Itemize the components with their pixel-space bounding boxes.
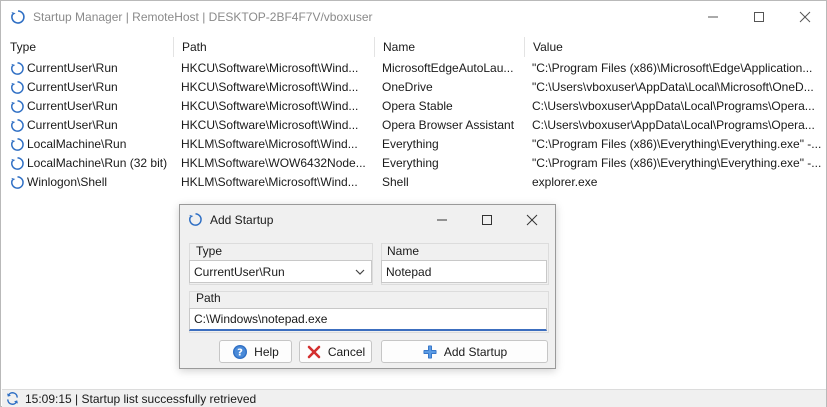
plus-icon [423,345,437,358]
cell-name: Everything [382,156,439,170]
name-label: Name [387,244,420,258]
cell-type: LocalMachine\Run (32 bit) [27,156,168,170]
cell-name: Opera Stable [382,99,453,113]
cell-type: CurrentUser\Run [27,61,118,75]
cell-type: CurrentUser\Run [27,80,118,94]
main-window: Startup Manager | RemoteHost | DESKTOP-2… [0,0,827,407]
type-combobox[interactable]: CurrentUser\Run [189,260,372,283]
cell-value: C:\Users\vboxuser\AppData\Local\Programs… [532,118,815,132]
table-row[interactable]: CurrentUser\Run HKCU\Software\Microsoft\… [2,59,826,78]
type-label: Type [196,244,223,258]
column-header-value[interactable]: Value [525,37,826,57]
refresh-circle-icon [11,176,24,189]
cancel-button[interactable]: Cancel [299,340,372,363]
dialog-minimize-button[interactable] [422,207,462,233]
table-row[interactable]: Winlogon\Shell HKLM\Software\Microsoft\W… [2,173,826,192]
maximize-button[interactable] [736,1,782,33]
cell-type: CurrentUser\Run [27,118,118,132]
dialog-maximize-button[interactable] [467,207,507,233]
refresh-circle-icon [11,119,24,132]
table-row[interactable]: CurrentUser\Run HKCU\Software\Microsoft\… [2,116,826,135]
table-row[interactable]: LocalMachine\Run HKLM\Software\Microsoft… [2,135,826,154]
title-bar: Startup Manager | RemoteHost | DESKTOP-2… [1,1,826,33]
help-button-label: Help [254,344,279,359]
cancel-button-label: Cancel [327,344,366,359]
name-input[interactable] [382,261,546,282]
add-startup-button-label: Add Startup [443,344,508,359]
cell-path: HKLM\Software\WOW6432Node... [181,156,366,170]
svg-text:?: ? [237,347,243,358]
cell-type: Winlogon\Shell [27,175,108,189]
cell-value: "C:\Program Files (x86)\Everything\Every… [532,137,822,151]
cell-path: HKCU\Software\Microsoft\Wind... [181,61,359,75]
refresh-circle-icon [11,81,24,94]
path-label: Path [196,291,221,305]
cell-type: LocalMachine\Run [27,137,127,151]
maximize-icon [754,12,764,22]
close-button[interactable] [782,1,827,33]
refresh-circle-icon [11,157,24,170]
path-input[interactable] [190,309,546,329]
cancel-x-icon [307,345,321,358]
close-icon [799,11,811,23]
maximize-icon [482,215,492,225]
add-startup-dialog: Add Startup Type CurrentUser\Run Name Pa… [179,204,556,369]
refresh-circle-icon [11,100,24,113]
dialog-refresh-icon [189,213,202,226]
cell-name: OneDrive [382,80,433,94]
add-startup-button[interactable]: Add Startup [381,340,548,363]
window-title: Startup Manager | RemoteHost | DESKTOP-2… [33,10,373,24]
minimize-icon [437,219,447,221]
app-refresh-icon [11,10,25,24]
status-text: 15:09:15 | Startup list successfully ret… [25,392,257,406]
cell-path: HKCU\Software\Microsoft\Wind... [181,118,359,132]
dialog-title: Add Startup [210,213,274,227]
cell-value: "C:\Program Files (x86)\Microsoft\Edge\A… [532,61,813,75]
cell-value: "C:\Program Files (x86)\Everything\Every… [532,156,822,170]
refresh-icon [7,392,18,405]
table-row[interactable]: CurrentUser\Run HKCU\Software\Microsoft\… [2,97,826,116]
cell-name: MicrosoftEdgeAutoLau... [382,61,514,75]
column-header-path[interactable]: Path [174,37,375,57]
type-combobox-value: CurrentUser\Run [194,265,285,279]
help-icon: ? [233,344,248,359]
close-icon [526,214,538,226]
dialog-title-bar: Add Startup [180,205,555,235]
cell-path: HKCU\Software\Microsoft\Wind... [181,80,359,94]
cell-name: Shell [382,175,409,189]
help-button[interactable]: ? Help [219,340,292,363]
minimize-button[interactable] [690,1,736,33]
column-header-type[interactable]: Type [2,37,174,57]
cell-value: explorer.exe [532,175,598,189]
cell-value: "C:\Users\vboxuser\AppData\Local\Microso… [532,80,814,94]
path-input-box[interactable] [189,308,547,331]
column-header-name[interactable]: Name [375,37,525,57]
cell-value: C:\Users\vboxuser\AppData\Local\Programs… [532,99,815,113]
chevron-down-icon [355,269,365,275]
cell-path: HKLM\Software\Microsoft\Wind... [181,175,358,189]
cell-type: CurrentUser\Run [27,99,118,113]
table-row[interactable]: CurrentUser\Run HKCU\Software\Microsoft\… [2,78,826,97]
minimize-icon [708,16,718,18]
refresh-circle-icon [11,62,24,75]
list-header: Type Path Name Value [2,37,826,57]
status-bar: 15:09:15 | Startup list successfully ret… [2,389,826,407]
table-row[interactable]: LocalMachine\Run (32 bit) HKLM\Software\… [2,154,826,173]
refresh-circle-icon [11,138,24,151]
dialog-close-button[interactable] [512,207,552,233]
cell-name: Everything [382,137,439,151]
name-input-box[interactable] [381,260,547,283]
cell-path: HKLM\Software\Microsoft\Wind... [181,137,358,151]
cell-path: HKCU\Software\Microsoft\Wind... [181,99,359,113]
cell-name: Opera Browser Assistant [382,118,515,132]
